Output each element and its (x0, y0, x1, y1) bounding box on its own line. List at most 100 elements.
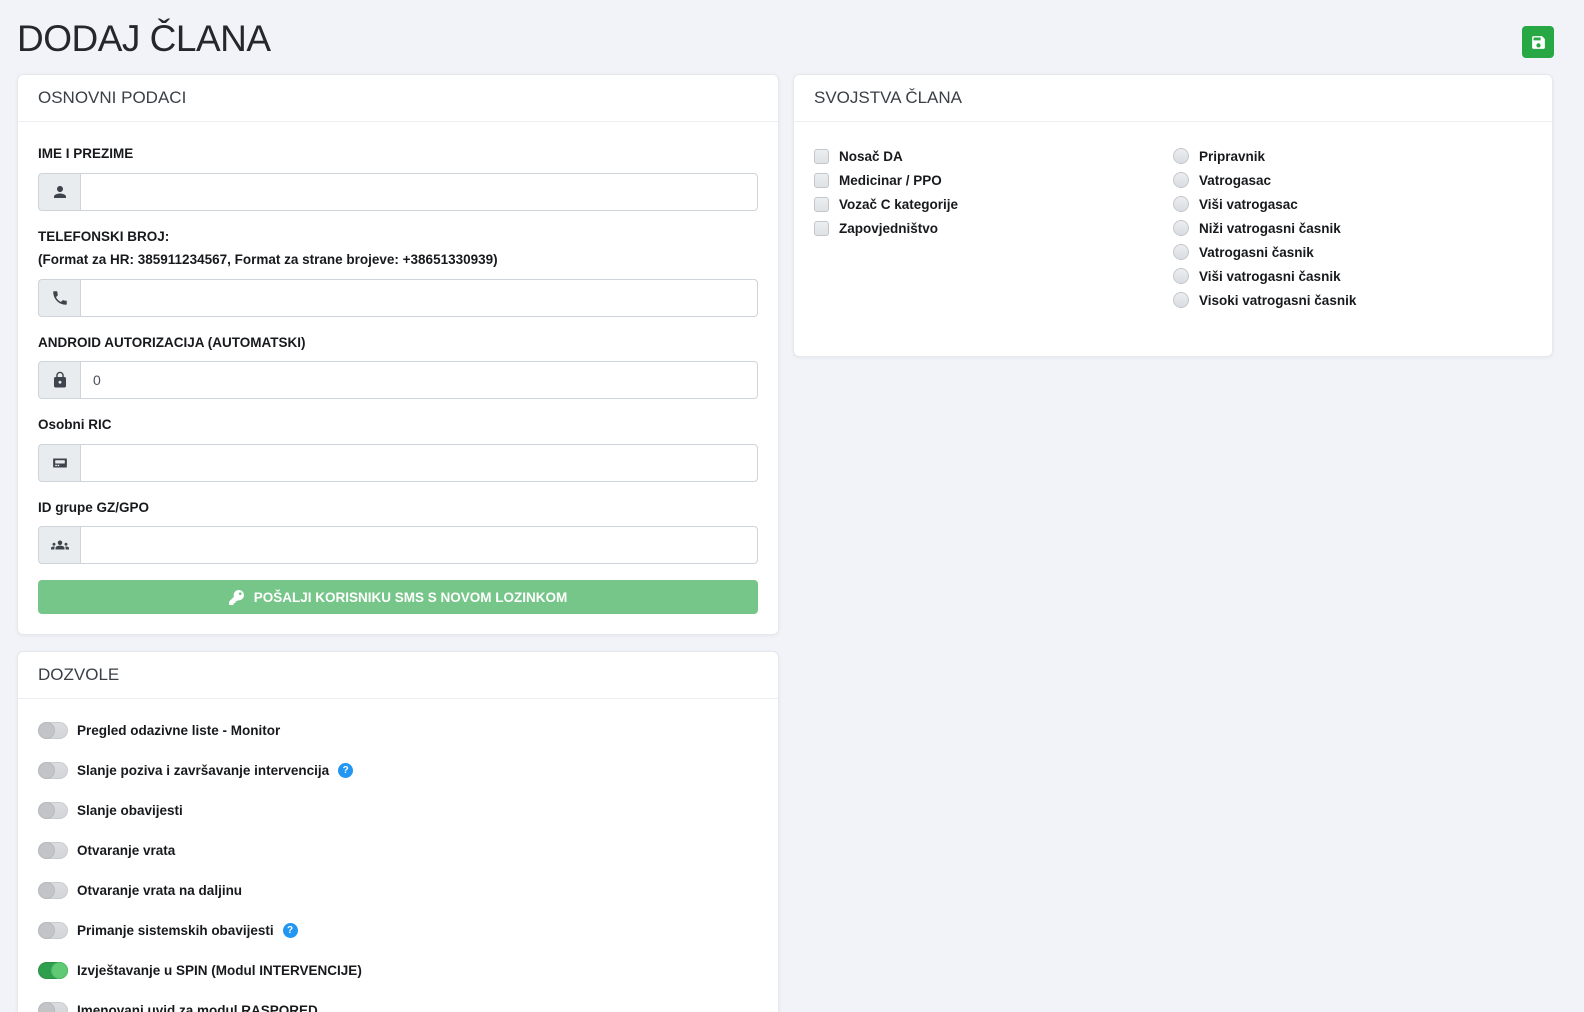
rank-radio-column: Pripravnik Vatrogasac Viši vatrogasac (1173, 148, 1532, 316)
property-checkbox-label: Medicinar / PPO (839, 173, 942, 188)
permission-label: Pregled odazivne liste - Monitor (77, 723, 280, 738)
toggle-knob (38, 762, 55, 779)
ric-input-group (38, 444, 758, 482)
property-checkbox-label: Nosač DA (839, 149, 903, 164)
permission-toggle[interactable] (38, 842, 68, 859)
radio-icon[interactable] (1173, 292, 1189, 308)
property-checkbox-row[interactable]: Medicinar / PPO (814, 172, 1173, 188)
help-icon[interactable]: ? (338, 763, 353, 778)
basic-data-panel-title: OSNOVNI PODACI (18, 75, 778, 122)
properties-checkbox-column: Nosač DA Medicinar / PPO Vozač C kategor… (814, 148, 1173, 316)
permission-toggle[interactable] (38, 762, 68, 779)
name-field-label: IME I PREZIME (38, 144, 758, 164)
toggle-knob (38, 842, 55, 859)
checkbox-icon[interactable] (814, 197, 829, 212)
person-icon (38, 173, 80, 211)
toggle-knob (51, 962, 68, 979)
property-checkbox-label: Vozač C kategorije (839, 197, 958, 212)
permission-toggle[interactable] (38, 922, 68, 939)
phone-input[interactable] (80, 279, 758, 317)
checkbox-icon[interactable] (814, 221, 829, 236)
permission-toggle[interactable] (38, 882, 68, 899)
permission-label: Imenovani uvid za modul RASPORED (77, 1003, 318, 1012)
send-sms-password-label: POŠALJI KORISNIKU SMS S NOVOM LOZINKOM (254, 590, 568, 605)
radio-icon[interactable] (1173, 268, 1189, 284)
permission-label: Izvještavanje u SPIN (Modul INTERVENCIJE… (77, 963, 362, 978)
permission-row: Otvaranje vrata na daljinu ? (38, 881, 758, 899)
rank-radio-row[interactable]: Niži vatrogasni časnik (1173, 220, 1532, 236)
group-id-field-label: ID grupe GZ/GPO (38, 498, 758, 518)
rank-radio-label: Viši vatrogasni časnik (1199, 269, 1341, 284)
radio-icon[interactable] (1173, 196, 1189, 212)
group-id-input[interactable] (80, 526, 758, 564)
ric-input[interactable] (80, 444, 758, 482)
rank-radio-label: Pripravnik (1199, 149, 1265, 164)
group-icon (38, 526, 80, 564)
permission-row: Primanje sistemskih obavijesti ? (38, 921, 758, 939)
add-member-page: DODAJ ČLANA OSNOVNI PODACI IME I PREZIME (0, 0, 1584, 1012)
member-properties-panel-title: SVOJSTVA ČLANA (794, 75, 1552, 122)
toggle-knob (38, 882, 55, 899)
group-id-input-group (38, 526, 758, 564)
name-input[interactable] (80, 173, 758, 211)
basic-data-panel: OSNOVNI PODACI IME I PREZIME TELEFONSKI … (17, 74, 779, 635)
rank-radio-row[interactable]: Vatrogasni časnik (1173, 244, 1532, 260)
radio-icon[interactable] (1173, 148, 1189, 164)
property-checkbox-row[interactable]: Nosač DA (814, 148, 1173, 164)
property-checkbox-row[interactable]: Zapovjedništvo (814, 220, 1173, 236)
android-auth-input[interactable] (80, 361, 758, 399)
radio-icon[interactable] (1173, 220, 1189, 236)
phone-field-format-note: (Format za HR: 385911234567, Format za s… (38, 250, 758, 270)
radio-icon[interactable] (1173, 244, 1189, 260)
toggle-knob (38, 722, 55, 739)
permissions-panel-body: Pregled odazivne liste - Monitor ? Slanj… (18, 699, 778, 1012)
save-icon (1530, 34, 1547, 51)
rank-radio-row[interactable]: Pripravnik (1173, 148, 1532, 164)
phone-field-label: TELEFONSKI BROJ: (38, 227, 758, 247)
lock-icon (38, 361, 80, 399)
permission-label: Slanje poziva i završavanje intervencija (77, 763, 329, 778)
basic-data-panel-body: IME I PREZIME TELEFONSKI BROJ: (Format z… (18, 122, 778, 634)
rank-radio-label: Niži vatrogasni časnik (1199, 221, 1341, 236)
permission-label: Otvaranje vrata (77, 843, 175, 858)
toggle-knob (38, 922, 55, 939)
checkbox-icon[interactable] (814, 149, 829, 164)
send-sms-password-button[interactable]: POŠALJI KORISNIKU SMS S NOVOM LOZINKOM (38, 580, 758, 614)
permissions-panel: DOZVOLE Pregled odazivne liste - Monitor… (17, 651, 779, 1012)
toggle-knob (38, 1002, 55, 1012)
permission-row: Slanje obavijesti ? (38, 801, 758, 819)
permission-row: Izvještavanje u SPIN (Modul INTERVENCIJE… (38, 961, 758, 979)
phone-icon (38, 279, 80, 317)
rank-radio-row[interactable]: Viši vatrogasac (1173, 196, 1532, 212)
phone-input-group (38, 279, 758, 317)
help-icon[interactable]: ? (283, 923, 298, 938)
radio-icon[interactable] (1173, 172, 1189, 188)
pager-icon (38, 444, 80, 482)
rank-radio-row[interactable]: Vatrogasac (1173, 172, 1532, 188)
checkbox-icon[interactable] (814, 173, 829, 188)
rank-radio-row[interactable]: Visoki vatrogasni časnik (1173, 292, 1532, 308)
save-button[interactable] (1522, 26, 1554, 58)
member-properties-panel: SVOJSTVA ČLANA Nosač DA Medicin (793, 74, 1553, 357)
permission-toggle[interactable] (38, 962, 68, 979)
ric-field-label: Osobni RIC (38, 415, 758, 435)
property-checkbox-row[interactable]: Vozač C kategorije (814, 196, 1173, 212)
permission-row: Slanje poziva i završavanje intervencija… (38, 761, 758, 779)
member-properties-body: Nosač DA Medicinar / PPO Vozač C kategor… (794, 122, 1552, 356)
rank-radio-label: Vatrogasac (1199, 173, 1271, 188)
permission-label: Otvaranje vrata na daljinu (77, 883, 242, 898)
rank-radio-label: Visoki vatrogasni časnik (1199, 293, 1356, 308)
permission-row: Imenovani uvid za modul RASPORED ? (38, 1001, 758, 1012)
left-column: OSNOVNI PODACI IME I PREZIME TELEFONSKI … (17, 74, 779, 1012)
permission-toggle[interactable] (38, 722, 68, 739)
name-input-group (38, 173, 758, 211)
rank-radio-row[interactable]: Viši vatrogasni časnik (1173, 268, 1532, 284)
permission-toggle[interactable] (38, 802, 68, 819)
toggle-knob (38, 802, 55, 819)
key-icon (229, 590, 244, 605)
permission-label: Slanje obavijesti (77, 803, 183, 818)
right-column: SVOJSTVA ČLANA Nosač DA Medicin (793, 74, 1553, 373)
permission-toggle[interactable] (38, 1002, 68, 1012)
page-title: DODAJ ČLANA (17, 18, 1554, 60)
property-checkbox-label: Zapovjedništvo (839, 221, 938, 236)
